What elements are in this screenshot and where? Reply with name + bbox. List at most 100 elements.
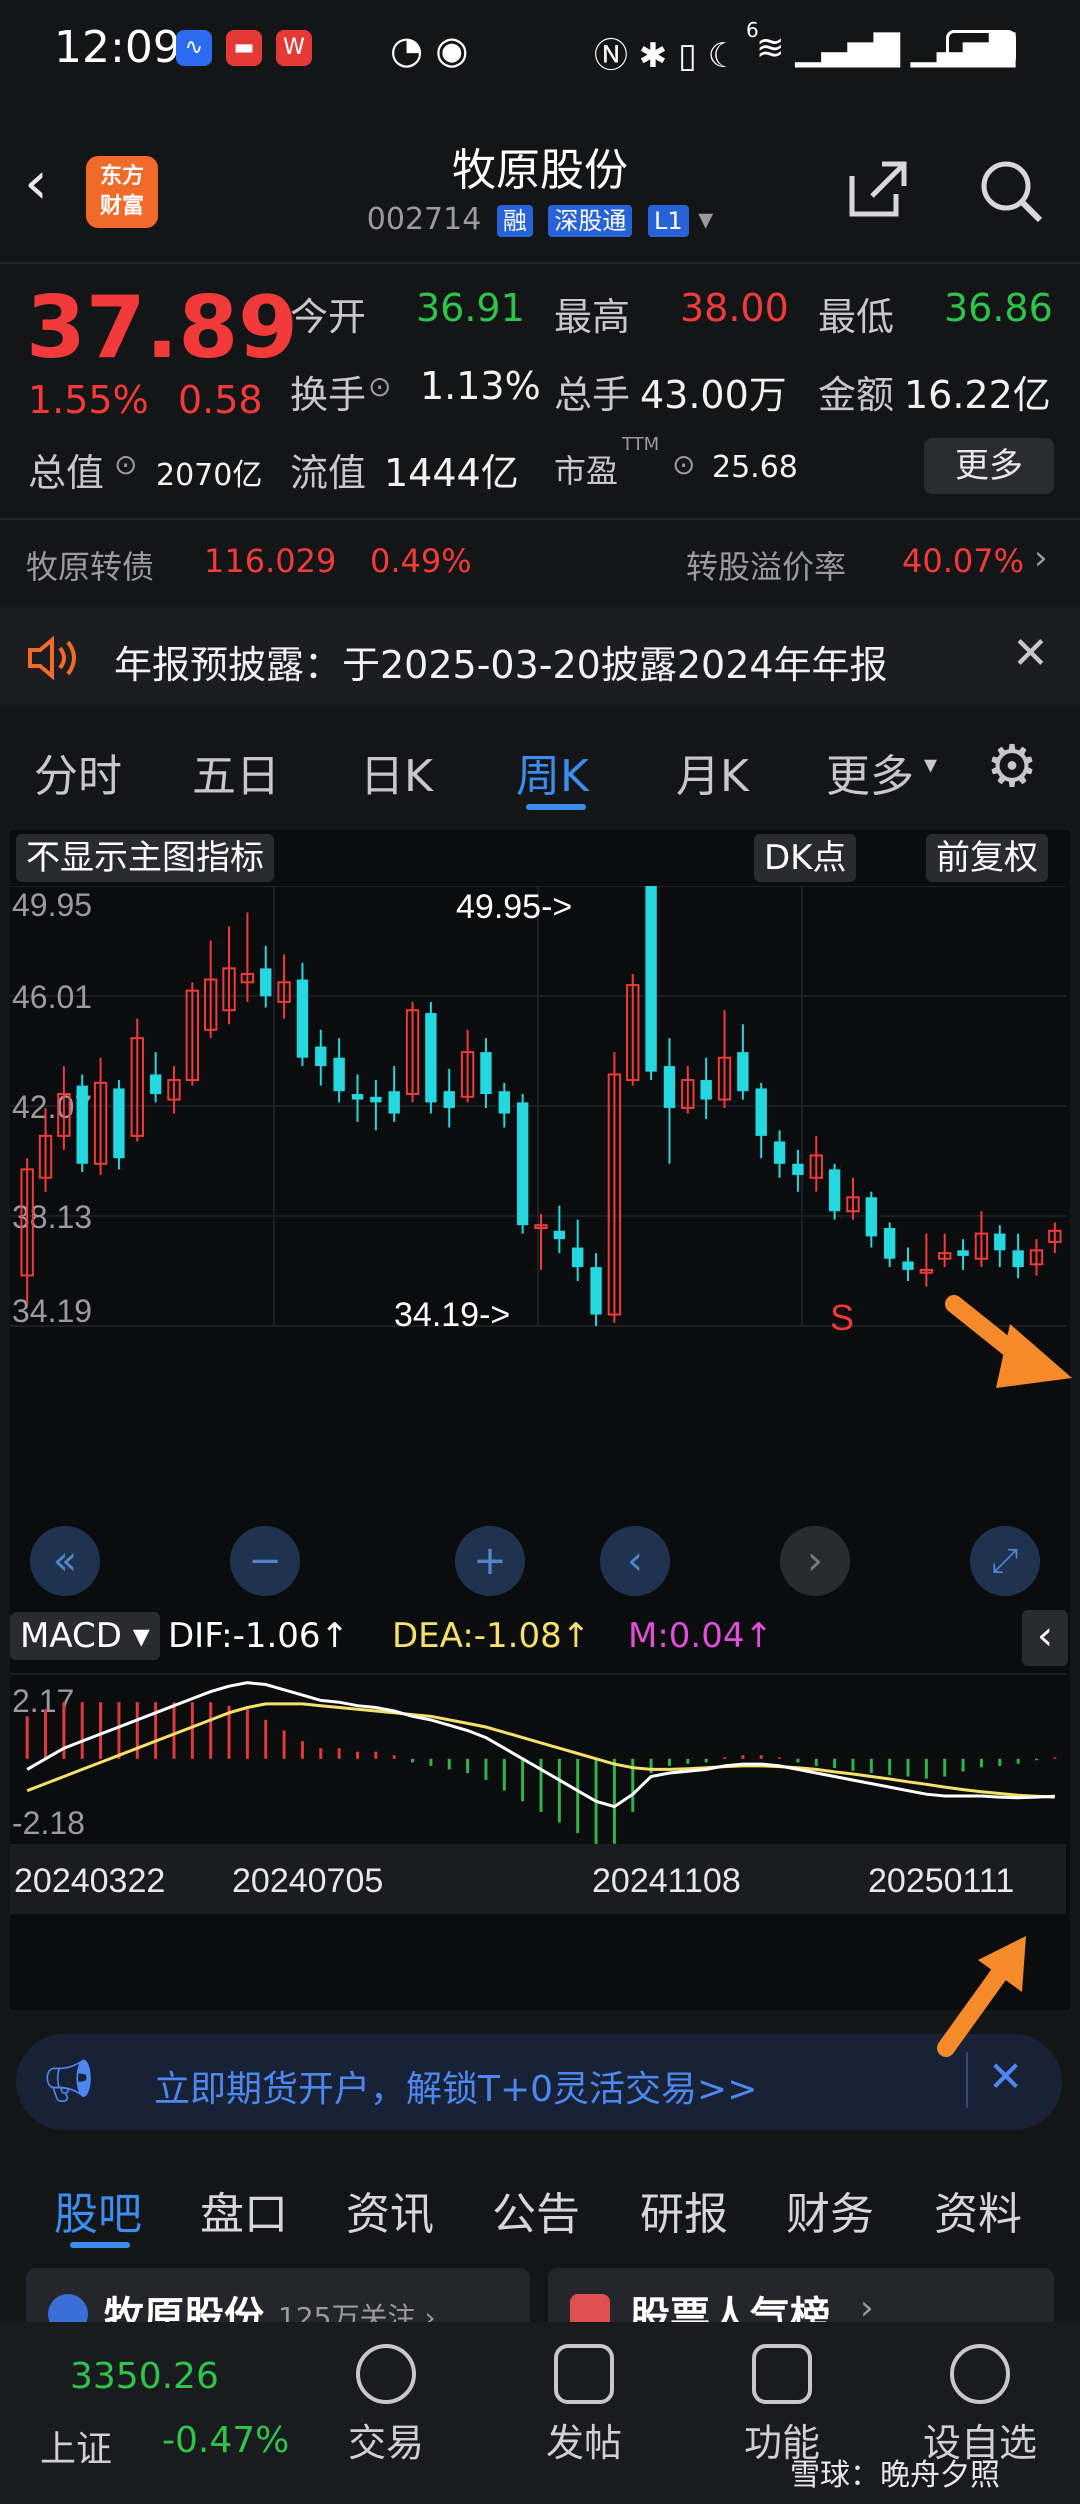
settings-gear-icon[interactable]: ⚙ [986, 732, 1038, 800]
tab-announcements[interactable]: 公告 [492, 2178, 580, 2242]
tab-forum[interactable]: 股吧 [54, 2178, 142, 2242]
candle-body [370, 1096, 382, 1103]
app-icon: W [276, 30, 312, 66]
tab-monthly-k[interactable]: 月K [676, 740, 749, 804]
tab-news[interactable]: 资讯 [346, 2178, 434, 2242]
banner-text: 立即期货开户，解锁T+0灵活交易>> [154, 2069, 758, 2110]
index-value: 3350.26 [70, 2356, 219, 2397]
kline-chart[interactable]: 不显示主图指标 DK点 前复权 49.95 46.01 42.07 38.13 34.1… [10, 830, 1070, 2010]
mcap-label: 总值 [28, 451, 105, 495]
last-price: 37.89 [26, 278, 299, 378]
info-icon[interactable]: ⊙ [368, 370, 391, 403]
dea-value: DEA:-1.08↑ [392, 1616, 591, 1656]
open-value: 36.91 [416, 286, 525, 330]
nav-post-label: 发帖 [545, 2421, 622, 2465]
rewind-icon[interactable]: « [30, 1526, 100, 1596]
share-icon[interactable] [844, 156, 910, 222]
high-value: 38.00 [680, 286, 789, 330]
active-tab-indicator [70, 2242, 130, 2248]
info-icon[interactable]: ⊙ [672, 448, 695, 481]
candle-body [480, 1052, 492, 1094]
nfc-bluetooth-icon: Ⓝ ✱ ▯ ☾ [594, 36, 739, 76]
more-button[interactable]: 更多 [924, 438, 1054, 494]
candle-body [792, 1163, 804, 1175]
float-value: 1444亿 [384, 451, 519, 495]
tab-profile[interactable]: 资料 [934, 2178, 1022, 2242]
tab-daily-k[interactable]: 日K [360, 740, 433, 804]
search-icon[interactable] [976, 156, 1046, 226]
bond-price: 116.029 [204, 542, 337, 580]
max-annotation: 49.95-> [456, 888, 572, 926]
tab-financials[interactable]: 财务 [786, 2178, 874, 2242]
candle-body [425, 1013, 437, 1103]
y-tick-label: 46.01 [12, 979, 92, 1015]
y-tick-label: 38.13 [12, 1199, 92, 1235]
change-amount: 0.58 [178, 378, 263, 422]
candle-body [994, 1233, 1006, 1251]
index-label[interactable]: 上证 [40, 2420, 112, 2472]
bond-label[interactable]: 牧原转债 [26, 542, 154, 588]
close-icon[interactable]: ✕ [1012, 628, 1049, 679]
x-tick-label: 20240705 [232, 1862, 383, 1900]
candle-body [498, 1091, 510, 1114]
candle-body [351, 1093, 364, 1100]
candle-body [260, 968, 272, 997]
info-icon[interactable]: ⊙ [114, 448, 137, 481]
stock-title: 牧原股份 [452, 145, 628, 196]
notice-bar[interactable]: 年报预披露：于2025-03-20披露2024年年报 ✕ [0, 606, 1080, 706]
zoom-in-icon[interactable]: + [455, 1526, 525, 1596]
candle-body [700, 1080, 712, 1100]
candle-body [388, 1091, 400, 1114]
indicator-select[interactable]: 不显示主图指标 [16, 834, 274, 882]
candle-body [883, 1228, 896, 1259]
tab-orderbook[interactable]: 盘口 [200, 2178, 288, 2242]
tag-margin: 融 [496, 204, 533, 237]
macd-title: MACD [20, 1616, 122, 1656]
macd-select[interactable]: MACD ▾ [10, 1612, 160, 1660]
tag-level: L1 [647, 204, 689, 237]
futures-banner[interactable]: 📢︎ 立即期货开户，解锁T+0灵活交易>> ✕ [16, 2034, 1062, 2130]
forum-card[interactable]: 牧原股份 125万关注 › [26, 2268, 530, 2328]
high-label: 最高 [554, 295, 631, 339]
m-value: M:0.04↑ [628, 1616, 773, 1656]
candle-body [553, 1230, 566, 1240]
candle-body [828, 1169, 841, 1212]
nav-functions[interactable]: 功能 [712, 2332, 852, 2467]
quote-panel: 37.89 1.55% 0.58 今开 36.91 最高 38.00 最低 36… [0, 270, 1080, 600]
tab-research[interactable]: 研报 [640, 2178, 728, 2242]
bottom-nav: 3350.26 上证 -0.47% 交易 发帖 功能 设自选 雪球：晚舟夕照 [0, 2322, 1080, 2504]
candle-body [1012, 1250, 1024, 1268]
adjust-select[interactable]: 前复权 [926, 834, 1048, 882]
signal-marker: S [830, 1297, 854, 1338]
dropdown-icon[interactable]: ▾ [698, 202, 713, 237]
y-tick-label: 49.95 [12, 887, 92, 923]
zoom-out-icon[interactable]: − [230, 1526, 300, 1596]
nav-trade[interactable]: 交易 [316, 2332, 456, 2467]
app-icon: ▬ [226, 30, 262, 66]
amount-label: 金额 [818, 373, 895, 417]
tab-five-day[interactable]: 五日 [192, 740, 280, 804]
tab-more[interactable]: 更多 [826, 740, 914, 804]
tab-timeshare[interactable]: 分时 [34, 740, 122, 804]
collapse-panel-icon[interactable]: ‹ [1022, 1610, 1068, 1666]
fullscreen-icon[interactable]: ⤢ [970, 1526, 1040, 1596]
candle-body [645, 886, 657, 1072]
nav-post[interactable]: 发帖 [514, 2332, 654, 2467]
candle-body [902, 1261, 914, 1270]
chevron-right-icon[interactable]: › [1034, 538, 1048, 578]
min-annotation: 34.19-> [394, 1296, 510, 1334]
nav-add-watchlist[interactable]: 设自选 [910, 2332, 1050, 2467]
speaker-icon [28, 636, 76, 680]
tab-weekly-k[interactable]: 周K [516, 740, 589, 804]
megaphone-icon: 📢︎ [42, 2056, 96, 2105]
step-right-icon[interactable]: › [780, 1526, 850, 1596]
candle-body [113, 1088, 125, 1159]
step-left-icon[interactable]: ‹ [600, 1526, 670, 1596]
info-tabs: 股吧 盘口 资讯 公告 研报 财务 资料 [0, 2150, 1080, 2250]
dk-point-toggle[interactable]: DK点 [754, 834, 857, 882]
popularity-card[interactable]: 股票人气榜 › [548, 2268, 1054, 2328]
volume-value: 43.00万 [640, 373, 787, 417]
change-pct: 1.55% [28, 378, 149, 422]
volume-label: 总手 [554, 373, 631, 417]
notice-text: 年报预披露：于2025-03-20披露2024年年报 [114, 643, 888, 687]
